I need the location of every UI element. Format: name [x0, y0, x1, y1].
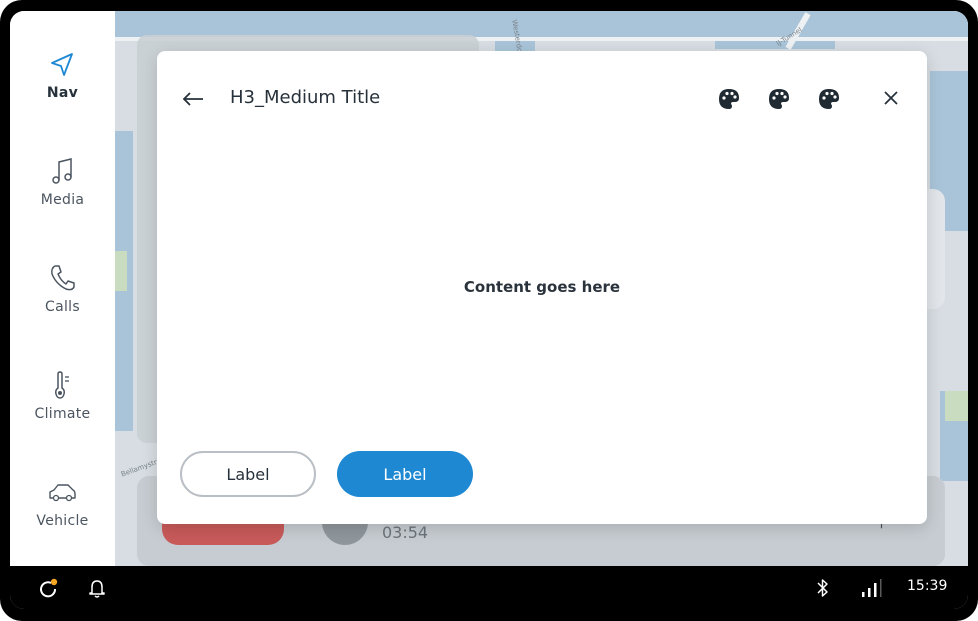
rail-item-label: Climate [34, 406, 91, 422]
rail-item-media[interactable]: Media [10, 156, 115, 256]
dialog-title: H3_Medium Title [230, 87, 381, 108]
status-bar: 15:39 [10, 566, 968, 609]
screen: Westerdok IJ-Tunnel Bellamystraat 03:54 … [10, 11, 968, 609]
device-frame: Westerdok IJ-Tunnel Bellamystraat 03:54 … [0, 0, 978, 621]
rail-item-label: Nav [46, 85, 79, 101]
nav-rail: Nav Media Calls Climate Vehicle [10, 11, 115, 566]
rail-item-vehicle[interactable]: Vehicle [10, 477, 115, 577]
music-note-icon [52, 158, 72, 184]
palette-icon[interactable] [767, 87, 791, 111]
bell-icon[interactable] [88, 577, 106, 599]
rail-item-calls[interactable]: Calls [10, 263, 115, 363]
bluetooth-icon[interactable] [816, 577, 830, 599]
rail-item-label: Vehicle [36, 513, 89, 529]
clock: 15:39 [907, 578, 948, 594]
assistant-icon[interactable] [38, 578, 60, 598]
phone-icon [51, 265, 75, 291]
dialog: H3_Medium Title Content goes here Label … [157, 51, 927, 524]
primary-button[interactable]: Label [337, 451, 473, 497]
palette-icon[interactable] [717, 87, 741, 111]
rail-item-label: Calls [45, 299, 80, 315]
car-icon [49, 484, 76, 502]
rail-item-label: Media [40, 192, 85, 208]
arrow-left-icon[interactable] [179, 87, 207, 111]
rail-item-nav[interactable]: Nav [10, 49, 115, 149]
signal-icon [862, 579, 882, 597]
background-side-panel [925, 189, 945, 309]
thermometer-icon [55, 371, 69, 399]
secondary-button[interactable]: Label [180, 451, 316, 497]
navigation-arrow-icon [51, 53, 73, 76]
palette-icon[interactable] [817, 87, 841, 111]
call-duration: 03:54 [382, 523, 429, 542]
dialog-content: Content goes here [463, 278, 621, 296]
close-icon[interactable] [880, 87, 902, 109]
rail-item-climate[interactable]: Climate [10, 370, 115, 470]
